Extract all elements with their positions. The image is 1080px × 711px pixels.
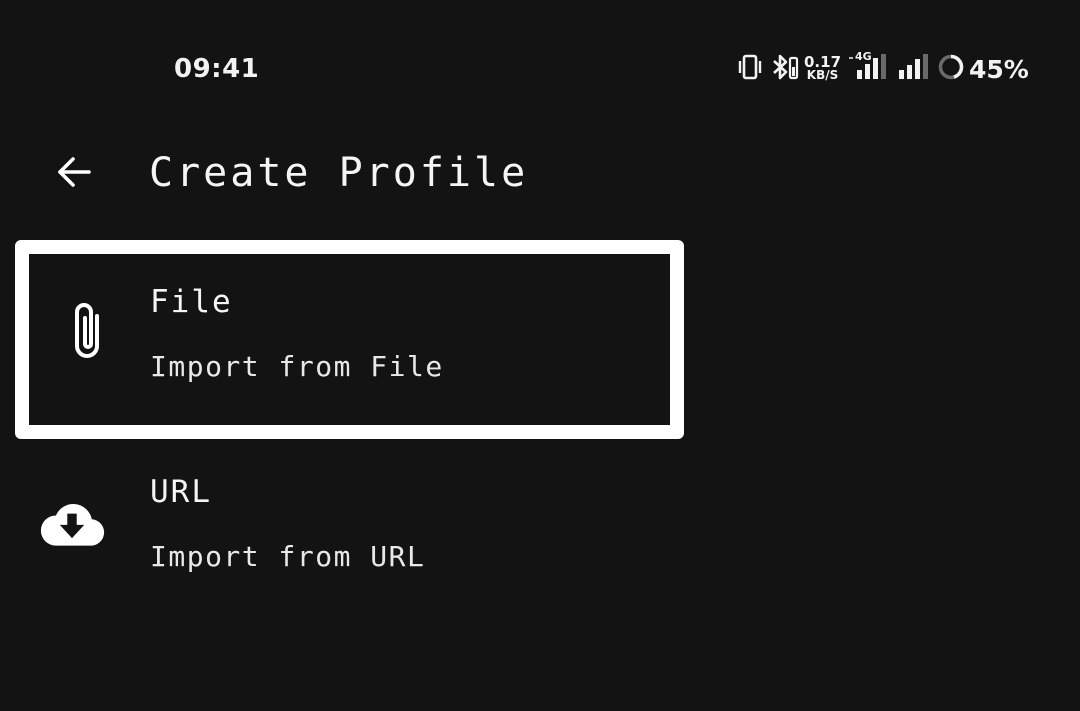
item-subtitle: Import from URL xyxy=(150,540,426,573)
import-url-item[interactable]: URL Import from URL xyxy=(15,440,684,639)
signal-icon xyxy=(897,52,931,86)
paperclip-icon xyxy=(56,298,122,364)
cloud-download-icon xyxy=(39,490,105,556)
battery-percent: 45% xyxy=(969,54,1029,84)
import-file-item[interactable]: File Import from File xyxy=(15,240,684,439)
back-button[interactable] xyxy=(44,144,104,204)
battery-ring-icon xyxy=(937,53,965,85)
signal-4g-icon: 4G xyxy=(847,50,889,86)
status-time: 09:41 xyxy=(174,54,260,84)
bluetooth-icon xyxy=(770,53,800,85)
network-type: 4G xyxy=(855,50,872,63)
vibrate-icon xyxy=(736,53,764,85)
arrow-left-icon xyxy=(56,154,92,194)
item-subtitle: Import from File xyxy=(150,350,444,383)
item-title: File xyxy=(150,284,233,320)
net-speed-unit: KB/S xyxy=(806,68,839,82)
item-title: URL xyxy=(150,474,212,510)
net-speed: 0.17 KB/S xyxy=(804,55,841,82)
page-title: Create Profile xyxy=(149,150,529,196)
status-icons: 0.17 KB/S 4G 45% xyxy=(736,50,1029,86)
